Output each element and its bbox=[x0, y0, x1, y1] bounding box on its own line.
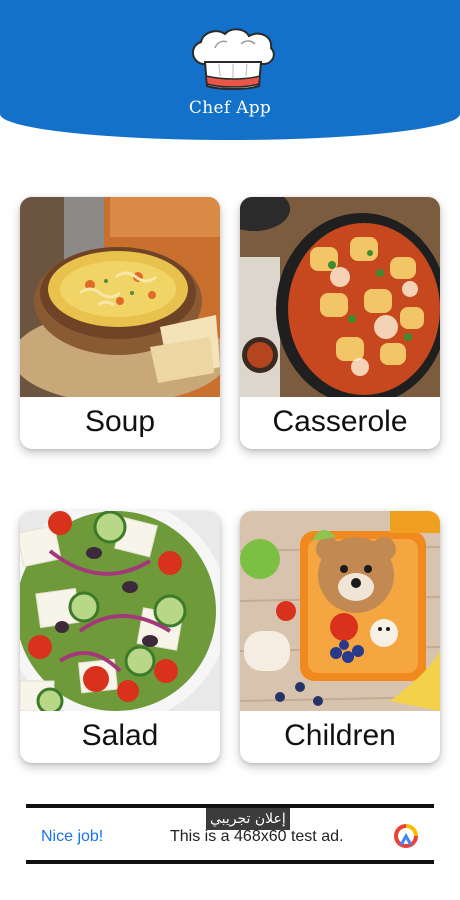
test-ad-banner[interactable]: Nice job! This is a 468x60 test ad. إعلا… bbox=[26, 804, 434, 864]
ad-text: This is a 468x60 test ad. bbox=[170, 828, 344, 845]
adchoices-icon[interactable] bbox=[393, 823, 419, 849]
category-card-children[interactable]: Children bbox=[240, 511, 440, 763]
salad-photo bbox=[20, 511, 220, 711]
casserole-photo bbox=[240, 197, 440, 397]
chef-app-screen: Chef App Soup Casserole Salad Children N… bbox=[0, 0, 460, 900]
category-label: Salad bbox=[81, 719, 159, 752]
app-header: Chef App bbox=[0, 0, 460, 140]
children-photo bbox=[240, 511, 440, 711]
chef-hat-icon bbox=[192, 28, 275, 90]
app-title: Chef App bbox=[188, 98, 272, 118]
ad-headline: Nice job! bbox=[41, 828, 104, 845]
category-label: Soup bbox=[84, 405, 156, 438]
category-label: Casserole bbox=[272, 405, 408, 438]
category-label: Children bbox=[284, 719, 396, 752]
category-card-salad[interactable]: Salad bbox=[20, 511, 220, 763]
category-card-soup[interactable]: Soup bbox=[20, 197, 220, 449]
soup-photo bbox=[20, 197, 220, 397]
ad-test-tag: إعلان تجريبي bbox=[206, 808, 290, 830]
category-card-casserole[interactable]: Casserole bbox=[240, 197, 440, 449]
